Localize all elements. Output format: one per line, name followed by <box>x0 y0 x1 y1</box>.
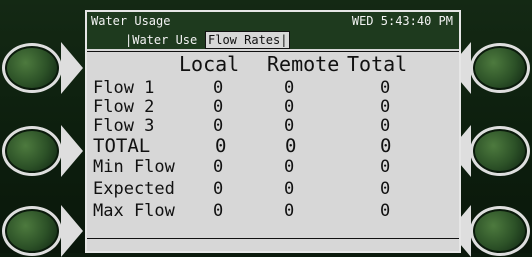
row-label-min-flow: Min Flow <box>93 157 175 177</box>
column-header-remote: Remote <box>267 52 340 76</box>
tab-water-use[interactable]: |Water Use <box>123 32 199 48</box>
lcd-screen: Water Usage WED 5:43:40 PM |Water Use Fl… <box>85 10 461 253</box>
column-header-local: Local <box>179 52 240 76</box>
right-softkey-3[interactable] <box>470 206 530 256</box>
row-label-max-flow: Max Flow <box>93 201 175 221</box>
cell-expected-remote: 0 <box>284 179 295 199</box>
row-label-total: TOTAL <box>93 135 151 157</box>
row-label-expected: Expected <box>93 179 175 199</box>
tab-flow-rates[interactable]: Flow Rates| <box>205 31 291 49</box>
cell-min-flow-remote: 0 <box>284 157 295 177</box>
cell-expected-total: 0 <box>380 179 391 199</box>
column-header-total: Total <box>347 52 408 76</box>
left-softkey-3[interactable] <box>2 206 62 256</box>
cell-flow-1-remote: 0 <box>284 78 295 98</box>
left-softkey-1-arrow-icon <box>61 42 83 94</box>
cell-flow-1-total: 0 <box>380 78 391 98</box>
cell-max-flow-local: 0 <box>213 201 224 221</box>
cell-flow-3-local: 0 <box>213 116 224 136</box>
left-softkey-1[interactable] <box>2 43 62 93</box>
cell-max-flow-remote: 0 <box>284 201 295 221</box>
cell-flow-3-total: 0 <box>380 116 391 136</box>
row-label-flow-2: Flow 2 <box>93 97 155 117</box>
status-bar: Water Usage WED 5:43:40 PM <box>87 12 459 30</box>
bottom-divider <box>87 238 459 239</box>
cell-flow-3-remote: 0 <box>284 116 295 136</box>
right-softkey-2[interactable] <box>470 126 530 176</box>
row-label-flow-1: Flow 1 <box>93 78 155 98</box>
left-softkey-2-arrow-icon <box>61 125 83 177</box>
left-softkey-2[interactable] <box>2 126 62 176</box>
cell-expected-local: 0 <box>213 179 224 199</box>
cell-flow-2-remote: 0 <box>284 97 295 117</box>
left-softkey-3-arrow-icon <box>61 205 83 257</box>
row-label-flow-3: Flow 3 <box>93 116 155 136</box>
clock: WED 5:43:40 PM <box>351 14 453 28</box>
cell-total-local: 0 <box>215 135 227 157</box>
tab-bar: |Water Use Flow Rates| <box>87 30 459 49</box>
screen-title: Water Usage <box>91 14 171 28</box>
cell-min-flow-local: 0 <box>213 157 224 177</box>
cell-total-total: 0 <box>380 135 392 157</box>
cell-total-remote: 0 <box>285 135 297 157</box>
right-softkey-1[interactable] <box>470 43 530 93</box>
cell-max-flow-total: 0 <box>380 201 391 221</box>
cell-min-flow-total: 0 <box>380 157 391 177</box>
cell-flow-1-local: 0 <box>213 78 224 98</box>
cell-flow-2-total: 0 <box>380 97 391 117</box>
cell-flow-2-local: 0 <box>213 97 224 117</box>
